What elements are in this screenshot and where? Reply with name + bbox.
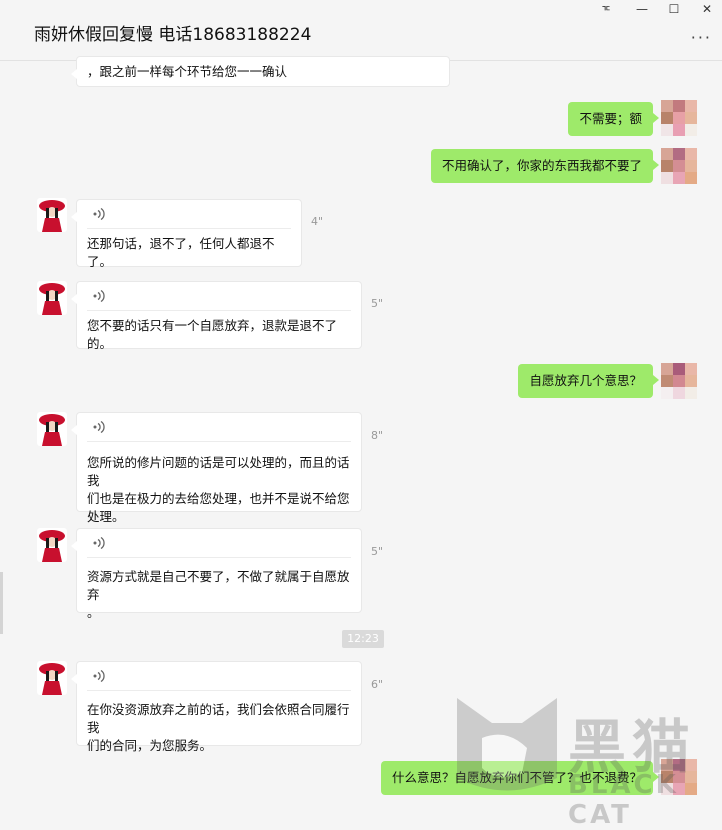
voice-wave-icon	[93, 208, 105, 220]
voice-transcription: 资源方式就是自己不要了，不做了就属于自愿放弃 。	[77, 558, 361, 630]
voice-player[interactable]	[87, 200, 291, 229]
message-bubble-received[interactable]: ，跟之前一样每个环节给您一一确认	[71, 56, 450, 87]
close-button[interactable]: ✕	[697, 2, 717, 16]
voice-player[interactable]	[87, 662, 351, 691]
transcription-line: 。	[87, 605, 100, 620]
voice-message-bubble[interactable]: 您不要的话只有一个自愿放弃，退款是退不了的。	[71, 281, 362, 351]
self-avatar[interactable]	[661, 100, 697, 136]
voice-message-bubble[interactable]: 您所说的修片问题的话是可以处理的，而且的话我 们也是在极力的去给您处理，也并不是…	[71, 412, 362, 524]
voice-transcription: 还那句话，退不了，任何人都退不了。	[87, 236, 275, 269]
self-avatar[interactable]	[661, 759, 697, 795]
message-text: 什么意思？自愿放弃你们不管了？也不退费？	[391, 770, 642, 785]
voice-wave-icon	[93, 290, 105, 302]
chat-title: 雨妍休假回复慢 电话18683188224	[34, 25, 312, 45]
message-text: 不用确认了，你家的东西我都不要了	[441, 158, 642, 173]
voice-transcription: 您不要的话只有一个自愿放弃，退款是退不了的。	[87, 318, 338, 351]
voice-player[interactable]	[87, 529, 351, 558]
voice-transcription: 您所说的修片问题的话是可以处理的，而且的话我 们也是在极力的去给您处理，也并不是…	[77, 442, 361, 534]
transcription-line: 们也是在极力的去给您处理，也并不是说不给您处理。	[87, 491, 350, 524]
message-bubble-sent[interactable]: 自愿放弃几个意思？	[518, 364, 659, 398]
voice-duration: 8"	[371, 429, 384, 442]
contact-avatar[interactable]	[37, 281, 67, 315]
voice-message-bubble[interactable]: 资源方式就是自己不要了，不做了就属于自愿放弃 。	[71, 528, 362, 620]
contact-avatar[interactable]	[37, 198, 67, 232]
voice-duration: 5"	[371, 545, 384, 558]
contact-avatar[interactable]	[37, 661, 67, 695]
voice-wave-icon	[93, 421, 105, 433]
maximize-button[interactable]: ☐	[664, 2, 684, 16]
voice-transcription: 在你没资源放弃之前的话，我们会依照合同履行我 们的合同，为您服务。	[77, 691, 361, 763]
voice-message-bubble[interactable]: 还那句话，退不了，任何人都退不了。	[71, 199, 302, 269]
transcription-line: 们的合同，为您服务。	[87, 738, 213, 753]
transcription-line: 您所说的修片问题的话是可以处理的，而且的话我	[87, 455, 350, 488]
message-bubble-sent[interactable]: 不需要；额	[568, 102, 659, 136]
pin-button[interactable]: ᅚ	[596, 2, 616, 19]
contact-avatar[interactable]	[37, 412, 67, 446]
time-divider: 12:23	[342, 630, 384, 648]
voice-player[interactable]	[87, 413, 351, 442]
message-bubble-sent[interactable]: 什么意思？自愿放弃你们不管了？也不退费？	[380, 761, 660, 795]
voice-duration: 5"	[371, 297, 384, 310]
voice-player[interactable]	[87, 282, 351, 311]
transcription-line: 在你没资源放弃之前的话，我们会依照合同履行我	[87, 702, 350, 735]
message-text: 自愿放弃几个意思？	[529, 373, 642, 388]
voice-duration: 6"	[371, 678, 384, 691]
more-options-icon[interactable]: ···	[691, 28, 712, 47]
scrollbar[interactable]	[0, 572, 3, 634]
message-text: 不需要；额	[579, 111, 642, 126]
contact-avatar[interactable]	[37, 528, 67, 562]
transcription-line: 资源方式就是自己不要了，不做了就属于自愿放弃	[87, 569, 350, 602]
voice-wave-icon	[93, 670, 105, 682]
voice-duration: 4"	[311, 215, 324, 228]
minimize-button[interactable]: —	[632, 2, 652, 16]
self-avatar[interactable]	[661, 363, 697, 399]
self-avatar[interactable]	[661, 148, 697, 184]
title-bar: 雨妍休假回复慢 电话18683188224 ᅚ — ☐ ✕ ···	[0, 0, 722, 61]
voice-wave-icon	[93, 537, 105, 549]
message-bubble-sent[interactable]: 不用确认了，你家的东西我都不要了	[430, 149, 660, 183]
message-text: ，跟之前一样每个环节给您一一确认	[87, 64, 288, 79]
voice-message-bubble[interactable]: 在你没资源放弃之前的话，我们会依照合同履行我 们的合同，为您服务。	[71, 661, 362, 753]
